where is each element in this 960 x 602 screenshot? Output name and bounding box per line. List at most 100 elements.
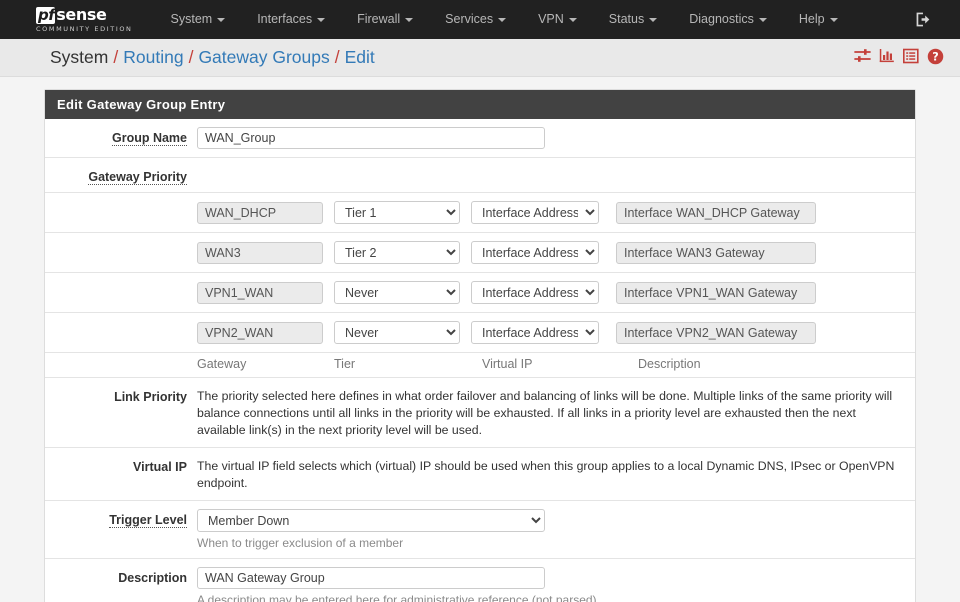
- gateway-priority-label-text: Gateway Priority: [88, 170, 187, 185]
- breadcrumb-separator: /: [334, 47, 340, 67]
- table-row: Tier 2 Interface Address: [45, 233, 915, 273]
- nav-label-system: System: [170, 12, 213, 26]
- description-label: Description: [45, 567, 197, 585]
- pfsense-logo[interactable]: pf sense COMMUNITY EDITION: [36, 0, 133, 39]
- gateway-description-input[interactable]: [616, 241, 816, 264]
- logo-wordmark: pf sense: [36, 5, 133, 24]
- nav-menu: System Interfaces Firewall Services VPN …: [155, 0, 854, 39]
- nav-item-system[interactable]: System: [155, 0, 242, 39]
- nav-item-services[interactable]: Services: [429, 0, 522, 39]
- gateway-tier-select[interactable]: Never: [334, 321, 460, 344]
- logo-pf-text: pf: [36, 5, 56, 24]
- panel-title: Edit Gateway Group Entry: [45, 90, 915, 119]
- nav-item-help[interactable]: Help: [783, 0, 854, 39]
- group-name-field-wrap: [197, 127, 915, 149]
- nav-item-firewall[interactable]: Firewall: [341, 0, 429, 39]
- trigger-level-label-text: Trigger Level: [109, 513, 187, 528]
- description-label-text: Description: [118, 571, 187, 585]
- breadcrumb-separator: /: [188, 47, 194, 67]
- nav-item-interfaces[interactable]: Interfaces: [241, 0, 341, 39]
- gateway-table-column-headers: Gateway Tier Virtual IP Description: [45, 353, 915, 378]
- chevron-down-icon: [568, 17, 577, 22]
- colhdr-spacer: [45, 357, 197, 371]
- trigger-level-field-wrap: Member Down When to trigger exclusion of…: [197, 509, 915, 550]
- logo-sense-text: sense: [56, 5, 107, 24]
- group-name-label-text: Group Name: [111, 131, 187, 146]
- breadcrumb-item-gateway-groups[interactable]: Gateway Groups: [198, 47, 329, 68]
- nav-item-diagnostics[interactable]: Diagnostics: [673, 0, 783, 39]
- column-header-tier: Tier: [334, 357, 356, 371]
- breadcrumb-bar: System / Routing / Gateway Groups / Edit: [0, 39, 960, 77]
- breadcrumb-item-edit[interactable]: Edit: [345, 47, 375, 68]
- table-row: Tier 1 Interface Address: [45, 193, 915, 233]
- nav-item-vpn[interactable]: VPN: [522, 0, 593, 39]
- gateway-row-label-spacer: [45, 321, 197, 325]
- gateway-row-fields: Never Interface Address: [197, 281, 915, 304]
- sliders-icon[interactable]: [854, 48, 871, 67]
- help-circle-icon[interactable]: ?: [927, 48, 944, 68]
- logout-button[interactable]: [915, 11, 946, 28]
- form-row-description: Description A description may be entered…: [45, 559, 915, 602]
- nav-label-diagnostics: Diagnostics: [689, 12, 754, 26]
- form-row-virtual-ip-info: Virtual IP The virtual IP field selects …: [45, 448, 915, 501]
- trigger-level-select[interactable]: Member Down: [197, 509, 545, 532]
- column-header-description: Description: [638, 357, 701, 371]
- gateway-virtual-ip-select[interactable]: Interface Address: [471, 281, 599, 304]
- form-row-gateway-priority-header: Gateway Priority: [45, 158, 915, 193]
- logo-subtitle: COMMUNITY EDITION: [36, 24, 133, 33]
- gateway-name-input[interactable]: [197, 241, 323, 264]
- trigger-level-label: Trigger Level: [45, 509, 197, 528]
- link-priority-help-wrap: The priority selected here defines in wh…: [197, 386, 915, 439]
- description-field-wrap: A description may be entered here for ad…: [197, 567, 915, 602]
- gateway-virtual-ip-select[interactable]: Interface Address: [471, 241, 599, 264]
- virtual-ip-info-label-text: Virtual IP: [133, 460, 187, 474]
- chevron-down-icon: [405, 17, 414, 22]
- gateway-tier-select[interactable]: Tier 1: [334, 201, 460, 224]
- gateway-virtual-ip-select[interactable]: Interface Address: [471, 201, 599, 224]
- nav-label-vpn: VPN: [538, 12, 564, 26]
- list-icon[interactable]: [903, 48, 919, 67]
- bar-chart-icon[interactable]: [879, 48, 895, 67]
- gateway-description-input[interactable]: [616, 201, 816, 224]
- group-name-input[interactable]: [197, 127, 545, 149]
- gateway-name-input[interactable]: [197, 321, 323, 344]
- gateway-tier-select[interactable]: Never: [334, 281, 460, 304]
- gateway-virtual-ip-select[interactable]: Interface Address: [471, 321, 599, 344]
- chevron-down-icon: [498, 17, 507, 22]
- nav-label-status: Status: [608, 12, 645, 26]
- gateway-name-input[interactable]: [197, 201, 323, 224]
- description-input[interactable]: [197, 567, 545, 589]
- edit-gateway-group-panel: Edit Gateway Group Entry Group Name Gate…: [44, 89, 916, 602]
- gateway-row-fields: Never Interface Address: [197, 321, 915, 344]
- group-name-label: Group Name: [45, 127, 197, 146]
- gateway-description-input[interactable]: [616, 321, 816, 344]
- nav-label-firewall: Firewall: [357, 12, 401, 26]
- column-header-virtual-ip: Virtual IP: [482, 357, 533, 371]
- link-priority-label: Link Priority: [45, 386, 197, 404]
- link-priority-label-text: Link Priority: [114, 390, 187, 404]
- gateway-row-label-spacer: [45, 201, 197, 205]
- gateway-row-label-spacer: [45, 241, 197, 245]
- gateway-name-input[interactable]: [197, 281, 323, 304]
- gateway-row-fields: Tier 2 Interface Address: [197, 241, 915, 264]
- column-header-gateway: Gateway: [197, 357, 247, 371]
- table-row: Never Interface Address: [45, 273, 915, 313]
- nav-item-status[interactable]: Status: [593, 0, 673, 39]
- table-row: Never Interface Address: [45, 313, 915, 353]
- virtual-ip-help-wrap: The virtual IP field selects which (virt…: [197, 456, 915, 492]
- gateway-tier-select[interactable]: Tier 2: [334, 241, 460, 264]
- chevron-down-icon: [649, 17, 658, 22]
- form-row-trigger-level: Trigger Level Member Down When to trigge…: [45, 501, 915, 559]
- gateway-priority-label: Gateway Priority: [45, 166, 197, 185]
- svg-text:?: ?: [932, 50, 938, 63]
- breadcrumb-item-routing[interactable]: Routing: [123, 47, 183, 68]
- gateway-row-label-spacer: [45, 281, 197, 285]
- breadcrumb-separator: /: [113, 47, 119, 67]
- gateway-row-fields: Tier 1 Interface Address: [197, 201, 915, 224]
- chevron-down-icon: [317, 17, 326, 22]
- virtual-ip-help-text: The virtual IP field selects which (virt…: [197, 459, 895, 490]
- nav-label-help: Help: [798, 12, 825, 26]
- chevron-down-icon: [758, 17, 767, 22]
- gateway-description-input[interactable]: [616, 281, 816, 304]
- nav-label-interfaces: Interfaces: [257, 12, 313, 26]
